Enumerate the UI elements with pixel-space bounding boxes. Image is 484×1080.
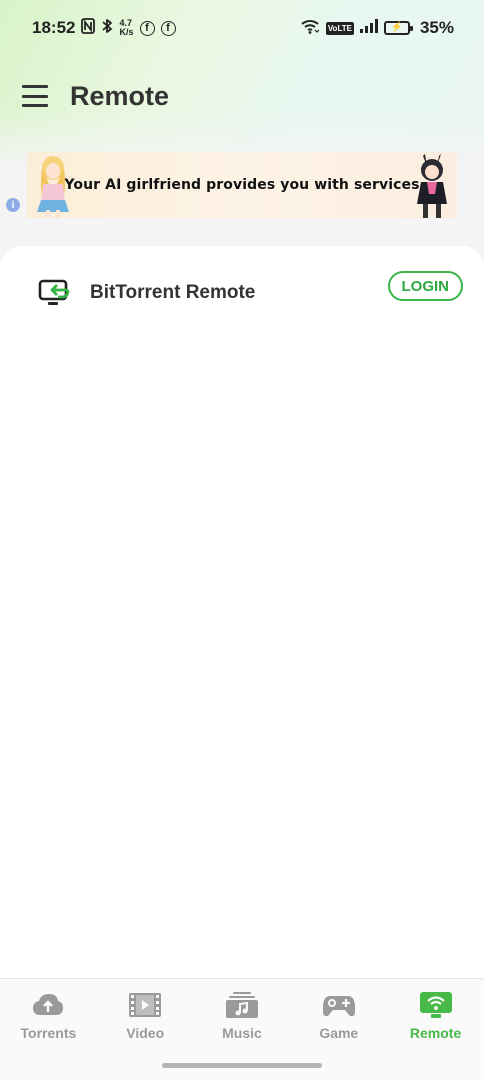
network-speed: 4.7 K/s xyxy=(119,19,133,37)
menu-line xyxy=(22,104,48,107)
facebook-notification-icon: f xyxy=(160,20,176,36)
menu-line xyxy=(22,94,48,98)
screen: 18:52 4.7 K/s f f VoLTE ⚡ 35% Remote i Y… xyxy=(0,0,484,1080)
monitor-sync-icon xyxy=(38,279,70,305)
film-icon xyxy=(129,993,162,1017)
nav-label: Remote xyxy=(409,1025,462,1041)
music-folder-icon xyxy=(225,992,258,1018)
ad-banner[interactable]: Your AI girlfriend provides you with ser… xyxy=(27,152,457,218)
nav-label: Game xyxy=(319,1025,359,1041)
cloud-upload-icon xyxy=(33,994,64,1015)
status-time: 18:52 xyxy=(32,18,76,37)
battery-percent: 35% xyxy=(419,18,454,37)
nav-item-music[interactable]: Music xyxy=(194,991,290,1041)
remote-list-card: BitTorrent Remote LOGIN xyxy=(0,246,484,978)
nav-item-torrents[interactable]: Torrents xyxy=(0,991,96,1041)
status-left: 18:52 4.7 K/s f f xyxy=(32,18,176,39)
nav-item-remote[interactable]: Remote xyxy=(388,991,484,1041)
status-right: VoLTE ⚡ 35% xyxy=(300,18,454,39)
nav-label: Video xyxy=(126,1025,165,1041)
anime-girl-illustration xyxy=(417,154,447,218)
login-button[interactable]: LOGIN xyxy=(387,271,463,301)
charging-bolt-icon: ⚡ xyxy=(390,22,404,33)
ad-area: i Your AI girlfriend provides you with s… xyxy=(0,150,484,222)
volte-icon: VoLTE xyxy=(325,21,354,35)
nav-label: Music xyxy=(222,1025,262,1041)
ad-text: Your AI girlfriend provides you with ser… xyxy=(64,177,420,193)
hamburger-menu-icon[interactable] xyxy=(22,85,48,107)
remote-wifi-icon xyxy=(419,992,452,1018)
nfc-icon xyxy=(81,18,96,38)
app-header: Remote xyxy=(0,66,484,126)
list-item-bittorrent-remote[interactable]: BitTorrent Remote LOGIN xyxy=(0,266,484,320)
remote-item-label: BitTorrent Remote xyxy=(90,282,256,303)
facebook-notification-icon: f xyxy=(139,20,155,36)
home-indicator[interactable] xyxy=(162,1063,322,1068)
menu-line xyxy=(22,85,48,88)
bluetooth-icon xyxy=(101,18,113,39)
ad-info-icon[interactable]: i xyxy=(6,198,20,212)
speed-unit: K/s xyxy=(119,27,134,37)
page-title: Remote xyxy=(70,80,170,111)
gamepad-icon xyxy=(322,996,355,1017)
anime-girl-illustration xyxy=(37,156,69,218)
status-bar: 18:52 4.7 K/s f f VoLTE ⚡ 35% xyxy=(0,0,484,56)
nav-label: Torrents xyxy=(20,1025,77,1041)
wifi-icon xyxy=(300,18,320,39)
nav-item-video[interactable]: Video xyxy=(97,991,193,1041)
bottom-nav-items: Torrents Video Music Game Remote xyxy=(0,979,484,1041)
nav-item-game[interactable]: Game xyxy=(291,991,387,1041)
signal-icon xyxy=(359,18,378,38)
bottom-navigation: Torrents Video Music Game Remote xyxy=(0,978,484,1080)
battery-icon: ⚡ xyxy=(383,21,413,35)
